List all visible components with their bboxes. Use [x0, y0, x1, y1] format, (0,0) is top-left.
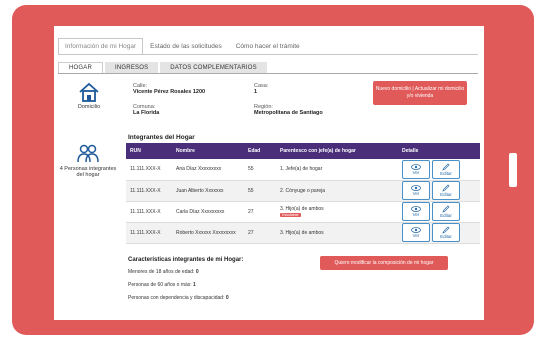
region-value: Metropolitana de Santiago [254, 110, 323, 116]
edit-label: Editar [440, 170, 452, 176]
tab-como-hacer-tramite[interactable]: Cómo hacer el trámite [229, 38, 307, 55]
calle-value: Vicente Pérez Rosales 1200 [133, 89, 206, 95]
pencil-icon [442, 226, 450, 234]
view-button[interactable]: Ver [402, 181, 430, 200]
parentesco-text: 1. Jefe(a) de hogar [280, 166, 323, 173]
integrantes-label: 4 Personas integrantes del hogar [59, 166, 117, 178]
char-menores: Menores de 18 años de edad: 0 [128, 269, 199, 275]
cell-nombre: Juan Alberto Xxxxxxx [172, 180, 244, 202]
view-label: Ver [412, 233, 420, 238]
casa-value: 1 [254, 89, 258, 95]
characteristics-title: Características integrantes de mi Hogar: [128, 257, 244, 263]
update-address-button[interactable]: Nuevo domicilio | Actualizar mi domicili… [373, 81, 467, 105]
house-icon [79, 82, 99, 102]
parentesco-text: 2. Cónyuge o pareja [280, 187, 326, 194]
char-mayores: Personas de 60 años o más: 1 [128, 282, 196, 288]
edit-label: Editar [440, 192, 452, 197]
cell-edad: 27 [244, 201, 276, 223]
cell-parentesco: 3. Hijo(a) de ambos Estudiante [276, 201, 398, 223]
cell-detalle: Ver Editar [398, 201, 480, 223]
status-badge: Estudiante [280, 212, 301, 217]
cell-edad: 55 [244, 159, 276, 181]
cell-nombre: Carla Díaz Xxxxxxxxx [172, 201, 244, 223]
table-row: 11.111.XXX-X Roberto Xxxxxx Xxxxxxxxx 27… [126, 222, 480, 244]
address-comuna: Comuna: La Florida [133, 104, 159, 116]
edit-button[interactable]: Editar [432, 223, 460, 242]
edit-button[interactable]: Editar [432, 181, 460, 200]
modify-composition-button[interactable]: Quiero modificar la composición de mi ho… [320, 256, 448, 270]
char-discapacidad-value: 0 [225, 295, 229, 301]
address-calle: Calle: Vicente Pérez Rosales 1200 [133, 83, 205, 95]
sidebar-integrantes: 4 Personas integrantes del hogar [56, 144, 120, 178]
edit-label: Editar [440, 234, 452, 239]
cell-parentesco: 1. Jefe(a) de hogar [276, 159, 398, 181]
cell-run: 11.111.XXX-X [126, 180, 172, 202]
cell-detalle: Ver Editar [398, 159, 480, 181]
main-tabs: Información de mi Hogar Estado de las so… [58, 38, 307, 55]
pencil-icon [442, 163, 450, 171]
cell-nombre: Ana Díaz Xxxxxxxxx [172, 159, 244, 181]
char-mayores-value: 1 [193, 282, 196, 288]
view-label: Ver [412, 191, 420, 196]
cell-parentesco: 2. Cónyuge o pareja [276, 180, 398, 202]
domicilio-label: Domicilio [77, 104, 101, 110]
view-button[interactable]: Ver [402, 202, 430, 221]
col-edad: Edad [244, 143, 276, 159]
app-screen: Información de mi Hogar Estado de las so… [54, 26, 484, 320]
view-label: Ver [412, 212, 420, 217]
char-mayores-label: Personas de 60 años o más: [128, 282, 192, 288]
col-parentesco: Parentesco con jefe(a) de hogar [276, 143, 398, 159]
edit-button[interactable]: Editar [432, 159, 460, 179]
members-title: Integrantes del Hogar [128, 134, 195, 141]
col-detalle: Detalle [398, 143, 480, 159]
sidebar-domicilio: Domicilio [64, 82, 114, 110]
cell-parentesco: 3. Hijo(a) de ambos [276, 222, 398, 244]
pencil-icon [442, 205, 450, 213]
cell-run: 11.111.XXX-X [126, 222, 172, 244]
cell-edad: 27 [244, 222, 276, 244]
parentesco-text: 3. Hijo(a) de ambos [280, 229, 324, 236]
members-table: RUN Nombre Edad Parentesco con jefe(a) d… [126, 143, 480, 244]
cell-detalle: Ver Editar [398, 180, 480, 202]
col-run: RUN [126, 143, 172, 159]
cell-run: 11.111.XXX-X [126, 159, 172, 181]
people-icon [77, 144, 99, 163]
col-nombre: Nombre [172, 143, 244, 159]
char-menores-label: Menores de 18 años de edad: [128, 269, 195, 275]
comuna-value: La Florida [133, 110, 160, 116]
subtabs-divider [58, 73, 478, 74]
char-discapacidad: Personas con dependencia y discapacidad:… [128, 295, 229, 301]
view-button[interactable]: Ver [402, 223, 430, 242]
table-row: 11.111.XXX-X Carla Díaz Xxxxxxxxx 27 3. … [126, 201, 480, 223]
pencil-icon [442, 184, 450, 192]
address-casa: Casa: 1 [254, 83, 268, 95]
view-button[interactable]: Ver [402, 159, 430, 179]
cell-run: 11.111.XXX-X [126, 201, 172, 223]
view-label: Ver [412, 169, 420, 175]
tab-estado-solicitudes[interactable]: Estado de las solicitudes [143, 38, 229, 55]
tablet-camera [509, 153, 517, 187]
table-row: 11.111.XXX-X Juan Alberto Xxxxxxx 55 2. … [126, 180, 480, 202]
parentesco-text: 3. Hijo(a) de ambos [280, 205, 324, 212]
cell-edad: 55 [244, 180, 276, 202]
cell-nombre: Roberto Xxxxxx Xxxxxxxxx [172, 222, 244, 244]
table-row: 11.111.XXX-X Ana Díaz Xxxxxxxxx 55 1. Je… [126, 159, 480, 181]
edit-label: Editar [440, 213, 452, 218]
tab-informacion-hogar[interactable]: Información de mi Hogar [58, 38, 144, 55]
char-menores-value: 0 [195, 269, 199, 275]
cell-detalle: Ver Editar [398, 222, 480, 244]
address-region: Región: Metropolitana de Santiago [254, 104, 323, 116]
char-discapacidad-label: Personas con dependencia y discapacidad: [128, 295, 225, 301]
tabs-divider [58, 54, 478, 55]
edit-button[interactable]: Editar [432, 202, 460, 221]
